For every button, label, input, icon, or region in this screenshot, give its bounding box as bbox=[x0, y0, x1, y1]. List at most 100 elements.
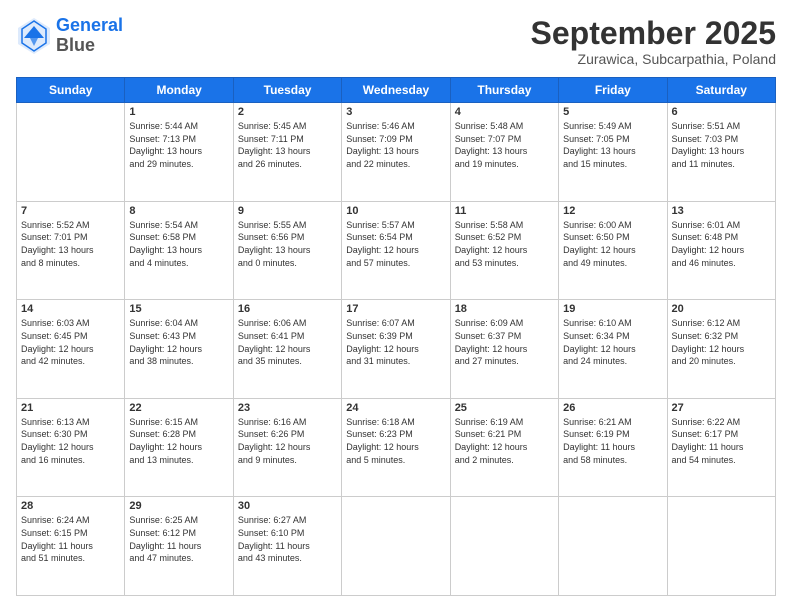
cell-content: Sunrise: 6:10 AM Sunset: 6:34 PM Dayligh… bbox=[563, 317, 662, 367]
cell-content: Sunrise: 6:04 AM Sunset: 6:43 PM Dayligh… bbox=[129, 317, 228, 367]
calendar-header-row: SundayMondayTuesdayWednesdayThursdayFrid… bbox=[17, 78, 776, 103]
cell-content: Sunrise: 5:52 AM Sunset: 7:01 PM Dayligh… bbox=[21, 219, 120, 269]
calendar-cell: 2Sunrise: 5:45 AM Sunset: 7:11 PM Daylig… bbox=[233, 103, 341, 202]
cell-content: Sunrise: 5:58 AM Sunset: 6:52 PM Dayligh… bbox=[455, 219, 554, 269]
day-number: 8 bbox=[129, 205, 228, 217]
calendar-cell: 30Sunrise: 6:27 AM Sunset: 6:10 PM Dayli… bbox=[233, 497, 341, 596]
page: GeneralBlue September 2025 Zurawica, Sub… bbox=[0, 0, 792, 612]
calendar-cell bbox=[342, 497, 450, 596]
cell-content: Sunrise: 6:07 AM Sunset: 6:39 PM Dayligh… bbox=[346, 317, 445, 367]
day-number: 21 bbox=[21, 402, 120, 414]
calendar-cell: 22Sunrise: 6:15 AM Sunset: 6:28 PM Dayli… bbox=[125, 398, 233, 497]
day-number: 28 bbox=[21, 500, 120, 512]
day-number: 7 bbox=[21, 205, 120, 217]
calendar-cell: 3 Sunrise: 5:46 AM Sunset: 7:09 PM Daylig… bbox=[342, 103, 450, 202]
day-number: 23 bbox=[238, 402, 337, 414]
calendar-cell: 26Sunrise: 6:21 AM Sunset: 6:19 PM Dayli… bbox=[559, 398, 667, 497]
day-number: 30 bbox=[238, 500, 337, 512]
calendar-cell bbox=[559, 497, 667, 596]
cell-content: Sunrise: 5:54 AM Sunset: 6:58 PM Dayligh… bbox=[129, 219, 228, 269]
day-number: 16 bbox=[238, 303, 337, 315]
day-number: 17 bbox=[346, 303, 445, 315]
calendar-week-row: 28 Sunrise: 6:24 AM Sunset: 6:15 PM Dayli… bbox=[17, 497, 776, 596]
calendar-cell: 9 Sunrise: 5:55 AM Sunset: 6:56 PM Daylig… bbox=[233, 201, 341, 300]
day-number: 19 bbox=[563, 303, 662, 315]
day-number: 12 bbox=[563, 205, 662, 217]
day-number: 24 bbox=[346, 402, 445, 414]
calendar-table: SundayMondayTuesdayWednesdayThursdayFrid… bbox=[16, 77, 776, 596]
day-number: 10 bbox=[346, 205, 445, 217]
calendar-cell: 19 Sunrise: 6:10 AM Sunset: 6:34 PM Dayli… bbox=[559, 300, 667, 399]
calendar-cell: 21 Sunrise: 6:13 AM Sunset: 6:30 PM Dayli… bbox=[17, 398, 125, 497]
calendar-cell: 1 Sunrise: 5:44 AM Sunset: 7:13 PM Daylig… bbox=[125, 103, 233, 202]
day-number: 27 bbox=[672, 402, 771, 414]
calendar-cell bbox=[450, 497, 558, 596]
day-number: 9 bbox=[238, 205, 337, 217]
day-number: 5 bbox=[563, 106, 662, 118]
day-number: 6 bbox=[672, 106, 771, 118]
calendar-week-row: 14 Sunrise: 6:03 AM Sunset: 6:45 PM Dayli… bbox=[17, 300, 776, 399]
calendar-cell: 4Sunrise: 5:48 AM Sunset: 7:07 PM Daylig… bbox=[450, 103, 558, 202]
month-title: September 2025 bbox=[531, 16, 776, 51]
day-number: 1 bbox=[129, 106, 228, 118]
calendar-cell bbox=[667, 497, 775, 596]
logo-icon bbox=[16, 16, 52, 56]
calendar-cell: 23 Sunrise: 6:16 AM Sunset: 6:26 PM Dayli… bbox=[233, 398, 341, 497]
day-number: 3 bbox=[346, 106, 445, 118]
calendar-cell: 20Sunrise: 6:12 AM Sunset: 6:32 PM Dayli… bbox=[667, 300, 775, 399]
calendar-week-row: 7 Sunrise: 5:52 AM Sunset: 7:01 PM Daylig… bbox=[17, 201, 776, 300]
cell-content: Sunrise: 6:00 AM Sunset: 6:50 PM Dayligh… bbox=[563, 219, 662, 269]
cell-content: Sunrise: 6:01 AM Sunset: 6:48 PM Dayligh… bbox=[672, 219, 771, 269]
calendar-cell bbox=[17, 103, 125, 202]
day-number: 11 bbox=[455, 205, 554, 217]
cell-content: Sunrise: 6:09 AM Sunset: 6:37 PM Dayligh… bbox=[455, 317, 554, 367]
day-header-monday: Monday bbox=[125, 78, 233, 103]
header: GeneralBlue September 2025 Zurawica, Sub… bbox=[16, 16, 776, 67]
logo-text: GeneralBlue bbox=[56, 16, 123, 56]
cell-content: Sunrise: 5:46 AM Sunset: 7:09 PM Dayligh… bbox=[346, 120, 445, 170]
day-header-friday: Friday bbox=[559, 78, 667, 103]
logo: GeneralBlue bbox=[16, 16, 123, 56]
day-header-thursday: Thursday bbox=[450, 78, 558, 103]
location: Zurawica, Subcarpathia, Poland bbox=[531, 51, 776, 67]
cell-content: Sunrise: 6:24 AM Sunset: 6:15 PM Dayligh… bbox=[21, 514, 120, 564]
calendar-cell: 25 Sunrise: 6:19 AM Sunset: 6:21 PM Dayli… bbox=[450, 398, 558, 497]
calendar-week-row: 21 Sunrise: 6:13 AM Sunset: 6:30 PM Dayli… bbox=[17, 398, 776, 497]
calendar-cell: 27Sunrise: 6:22 AM Sunset: 6:17 PM Dayli… bbox=[667, 398, 775, 497]
header-right: September 2025 Zurawica, Subcarpathia, P… bbox=[531, 16, 776, 67]
cell-content: Sunrise: 5:55 AM Sunset: 6:56 PM Dayligh… bbox=[238, 219, 337, 269]
calendar-cell: 11 Sunrise: 5:58 AM Sunset: 6:52 PM Dayli… bbox=[450, 201, 558, 300]
calendar-cell: 16Sunrise: 6:06 AM Sunset: 6:41 PM Dayli… bbox=[233, 300, 341, 399]
day-number: 26 bbox=[563, 402, 662, 414]
calendar-week-row: 1 Sunrise: 5:44 AM Sunset: 7:13 PM Daylig… bbox=[17, 103, 776, 202]
day-number: 25 bbox=[455, 402, 554, 414]
cell-content: Sunrise: 5:44 AM Sunset: 7:13 PM Dayligh… bbox=[129, 120, 228, 170]
calendar-cell: 24 Sunrise: 6:18 AM Sunset: 6:23 PM Dayli… bbox=[342, 398, 450, 497]
cell-content: Sunrise: 6:16 AM Sunset: 6:26 PM Dayligh… bbox=[238, 416, 337, 466]
calendar-cell: 28 Sunrise: 6:24 AM Sunset: 6:15 PM Dayli… bbox=[17, 497, 125, 596]
cell-content: Sunrise: 5:45 AM Sunset: 7:11 PM Dayligh… bbox=[238, 120, 337, 170]
day-number: 18 bbox=[455, 303, 554, 315]
calendar-cell: 15 Sunrise: 6:04 AM Sunset: 6:43 PM Dayli… bbox=[125, 300, 233, 399]
calendar-cell: 12 Sunrise: 6:00 AM Sunset: 6:50 PM Dayli… bbox=[559, 201, 667, 300]
cell-content: Sunrise: 6:03 AM Sunset: 6:45 PM Dayligh… bbox=[21, 317, 120, 367]
cell-content: Sunrise: 5:49 AM Sunset: 7:05 PM Dayligh… bbox=[563, 120, 662, 170]
calendar-cell: 14 Sunrise: 6:03 AM Sunset: 6:45 PM Dayli… bbox=[17, 300, 125, 399]
calendar-cell: 6Sunrise: 5:51 AM Sunset: 7:03 PM Daylig… bbox=[667, 103, 775, 202]
day-header-wednesday: Wednesday bbox=[342, 78, 450, 103]
day-number: 13 bbox=[672, 205, 771, 217]
cell-content: Sunrise: 6:15 AM Sunset: 6:28 PM Dayligh… bbox=[129, 416, 228, 466]
calendar-cell: 17 Sunrise: 6:07 AM Sunset: 6:39 PM Dayli… bbox=[342, 300, 450, 399]
calendar-cell: 18 Sunrise: 6:09 AM Sunset: 6:37 PM Dayli… bbox=[450, 300, 558, 399]
day-number: 15 bbox=[129, 303, 228, 315]
cell-content: Sunrise: 5:48 AM Sunset: 7:07 PM Dayligh… bbox=[455, 120, 554, 170]
day-number: 29 bbox=[129, 500, 228, 512]
calendar-cell: 13 Sunrise: 6:01 AM Sunset: 6:48 PM Dayli… bbox=[667, 201, 775, 300]
day-number: 14 bbox=[21, 303, 120, 315]
day-header-saturday: Saturday bbox=[667, 78, 775, 103]
cell-content: Sunrise: 6:13 AM Sunset: 6:30 PM Dayligh… bbox=[21, 416, 120, 466]
cell-content: Sunrise: 6:19 AM Sunset: 6:21 PM Dayligh… bbox=[455, 416, 554, 466]
cell-content: Sunrise: 6:18 AM Sunset: 6:23 PM Dayligh… bbox=[346, 416, 445, 466]
day-header-sunday: Sunday bbox=[17, 78, 125, 103]
calendar-cell: 8 Sunrise: 5:54 AM Sunset: 6:58 PM Daylig… bbox=[125, 201, 233, 300]
